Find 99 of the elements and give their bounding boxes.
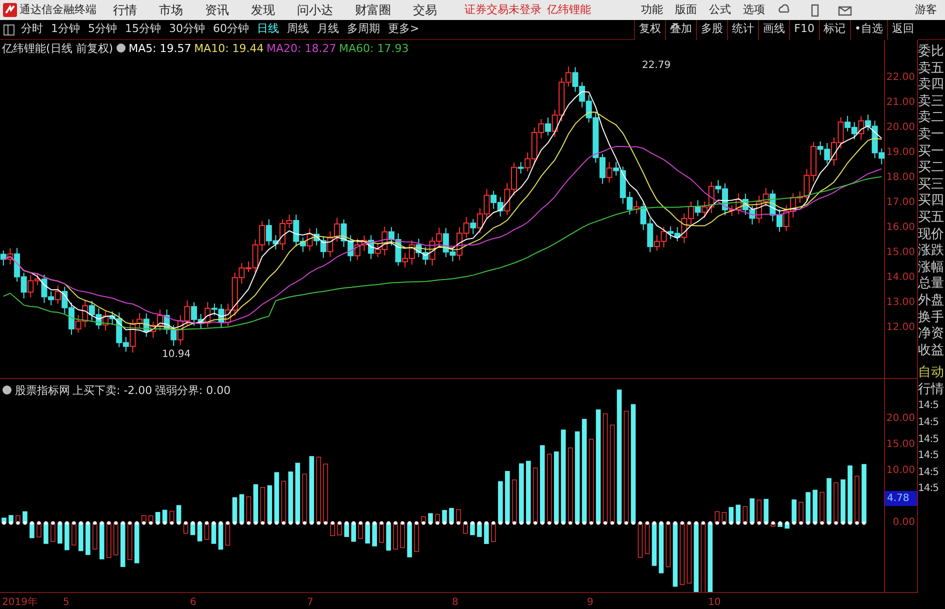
trade-time: 14:5 xyxy=(918,482,940,496)
high-price-label: 22.79 xyxy=(642,59,671,73)
axis-label: 10.00 xyxy=(886,465,915,477)
axis-label: 16.00 xyxy=(886,222,915,234)
quote-field-label: 换手 xyxy=(918,310,945,326)
quote-field-label: 卖三 xyxy=(918,94,945,110)
toolbar-button[interactable]: 返回 xyxy=(887,20,918,40)
axis-label: 6 xyxy=(190,596,196,609)
axis-label: 12.00 xyxy=(886,322,915,334)
guest-user[interactable]: 游客 xyxy=(914,2,937,18)
period-tab[interactable]: 更多> xyxy=(388,21,420,38)
tool-menu-item[interactable]: 选项 xyxy=(743,2,765,18)
tool-menu-item[interactable]: 公式 xyxy=(709,2,731,18)
toolbar-button[interactable]: 统计 xyxy=(727,20,758,40)
quote-field-label: 卖四 xyxy=(918,77,945,94)
trade-time: 14:5 xyxy=(918,416,940,430)
axis-label: 2019年 xyxy=(2,596,38,609)
period-tab[interactable]: 1分钟 xyxy=(51,21,80,38)
quote-field-label: 买二 xyxy=(918,160,945,177)
app-name: 通达信金融终端 xyxy=(20,2,96,18)
axis-label: 20.00 xyxy=(886,413,915,425)
ma-reading: MA20: 18.27 xyxy=(266,41,336,57)
quote-field-label: 买五 xyxy=(918,210,945,227)
indicator-reading: 上买下卖: -2.00 xyxy=(72,383,152,399)
trade-time: 14:5 xyxy=(918,399,940,414)
stock-name: 亿纬锂能 xyxy=(547,2,591,18)
status-label: 行情 xyxy=(918,382,945,398)
quote-field-label: 涨幅 xyxy=(918,260,945,276)
quote-field-label: 卖二 xyxy=(918,110,945,127)
quote-field-label: 买一 xyxy=(918,144,945,160)
quote-field-label: 外盘 xyxy=(918,292,945,310)
quote-field-label: 净资 xyxy=(918,326,945,343)
period-tab[interactable]: 周线 xyxy=(287,21,309,38)
status-label: 自动 xyxy=(918,365,945,382)
period-tab[interactable]: 15分钟 xyxy=(125,21,161,38)
period-tab[interactable]: 多周期 xyxy=(347,21,380,38)
period-tab[interactable]: 分时 xyxy=(21,21,43,38)
period-tab[interactable]: 30分钟 xyxy=(169,21,205,38)
menu-item[interactable]: 财富圈 xyxy=(355,1,391,19)
axis-label: 13.00 xyxy=(886,297,915,309)
axis-label: 5 xyxy=(63,596,70,609)
axis-label: 17.00 xyxy=(886,197,915,209)
login-notice[interactable]: 证券交易未登录 xyxy=(464,2,542,18)
axis-label: 15.00 xyxy=(886,247,915,259)
period-tab[interactable]: 日线 xyxy=(257,21,279,38)
axis-label: 15.00 xyxy=(886,439,915,451)
ma-reading: MA60: 17.93 xyxy=(339,41,409,57)
axis-label: 0.00 xyxy=(892,517,915,529)
axis-label: 18.00 xyxy=(886,172,915,184)
quote-field-label: 委比 xyxy=(918,44,945,61)
menu-item[interactable]: 发现 xyxy=(251,1,275,19)
toolbar-button[interactable]: •自选 xyxy=(850,20,887,40)
app-logo-icon xyxy=(2,3,17,17)
axis-label: 10 xyxy=(708,596,721,609)
tool-menu-item[interactable]: 功能 xyxy=(641,2,663,18)
collapse-icon[interactable] xyxy=(116,43,126,53)
quote-field-label: 买三 xyxy=(918,176,945,194)
toolbar-button[interactable]: 复权 xyxy=(634,20,666,40)
quote-field-label: 收益 xyxy=(918,342,945,360)
axis-label: 22.00 xyxy=(886,72,915,84)
collapse-icon[interactable] xyxy=(2,385,12,395)
axis-label: 14.00 xyxy=(886,272,915,284)
quote-field-label: 卖一 xyxy=(918,126,945,144)
tool-menu-item[interactable]: 版面 xyxy=(675,2,697,18)
quote-field-label: 买四 xyxy=(918,193,945,210)
menu-item[interactable]: 资讯 xyxy=(205,1,229,19)
trade-time: 14:5 xyxy=(918,466,940,480)
axis-label: 20.00 xyxy=(886,122,915,134)
toolbar-button[interactable]: 画线 xyxy=(758,20,790,40)
trade-time: 14:5 xyxy=(918,449,940,464)
quote-field-label: 现价 xyxy=(918,226,945,244)
quote-field-label: 卖五 xyxy=(918,60,945,77)
ma-reading: MA5: 19.57 xyxy=(128,41,192,57)
period-tab[interactable]: 5分钟 xyxy=(88,21,117,38)
trade-time: 14:5 xyxy=(918,432,940,447)
panel-toggle-icon[interactable] xyxy=(3,24,15,36)
toolbar-button[interactable]: 叠加 xyxy=(665,20,696,40)
axis-label: 19.00 xyxy=(886,147,915,159)
menu-item[interactable]: 行情 xyxy=(113,1,137,19)
indicator-reading: 强弱分界: 0.00 xyxy=(154,383,231,399)
menu-item[interactable]: 问小达 xyxy=(297,1,333,19)
quote-field-label: 涨跌 xyxy=(918,243,945,260)
toolbar-button[interactable]: 标记 xyxy=(818,20,850,40)
current-value-label: 4.78 xyxy=(885,491,917,506)
axis-label: 7 xyxy=(307,596,314,609)
period-tab[interactable]: 60分钟 xyxy=(213,21,249,38)
axis-label: 9 xyxy=(587,596,594,609)
axis-label: 8 xyxy=(452,596,458,609)
quote-field-label: 总量 xyxy=(918,276,945,293)
ma-reading: MA10: 19.44 xyxy=(194,41,264,57)
menu-item[interactable]: 交易 xyxy=(413,1,437,19)
chart-title: 亿纬锂能(日线 前复权) xyxy=(2,41,114,57)
menu-item[interactable]: 市场 xyxy=(159,1,183,19)
axis-label: 21.00 xyxy=(886,97,915,109)
toolbar-button[interactable]: F10 xyxy=(789,20,818,40)
period-tab[interactable]: 月线 xyxy=(317,21,339,38)
indicator-title: 股票指标网 xyxy=(14,383,70,399)
low-price-label: 10.94 xyxy=(162,348,191,362)
toolbar-button[interactable]: 多股 xyxy=(696,20,728,40)
